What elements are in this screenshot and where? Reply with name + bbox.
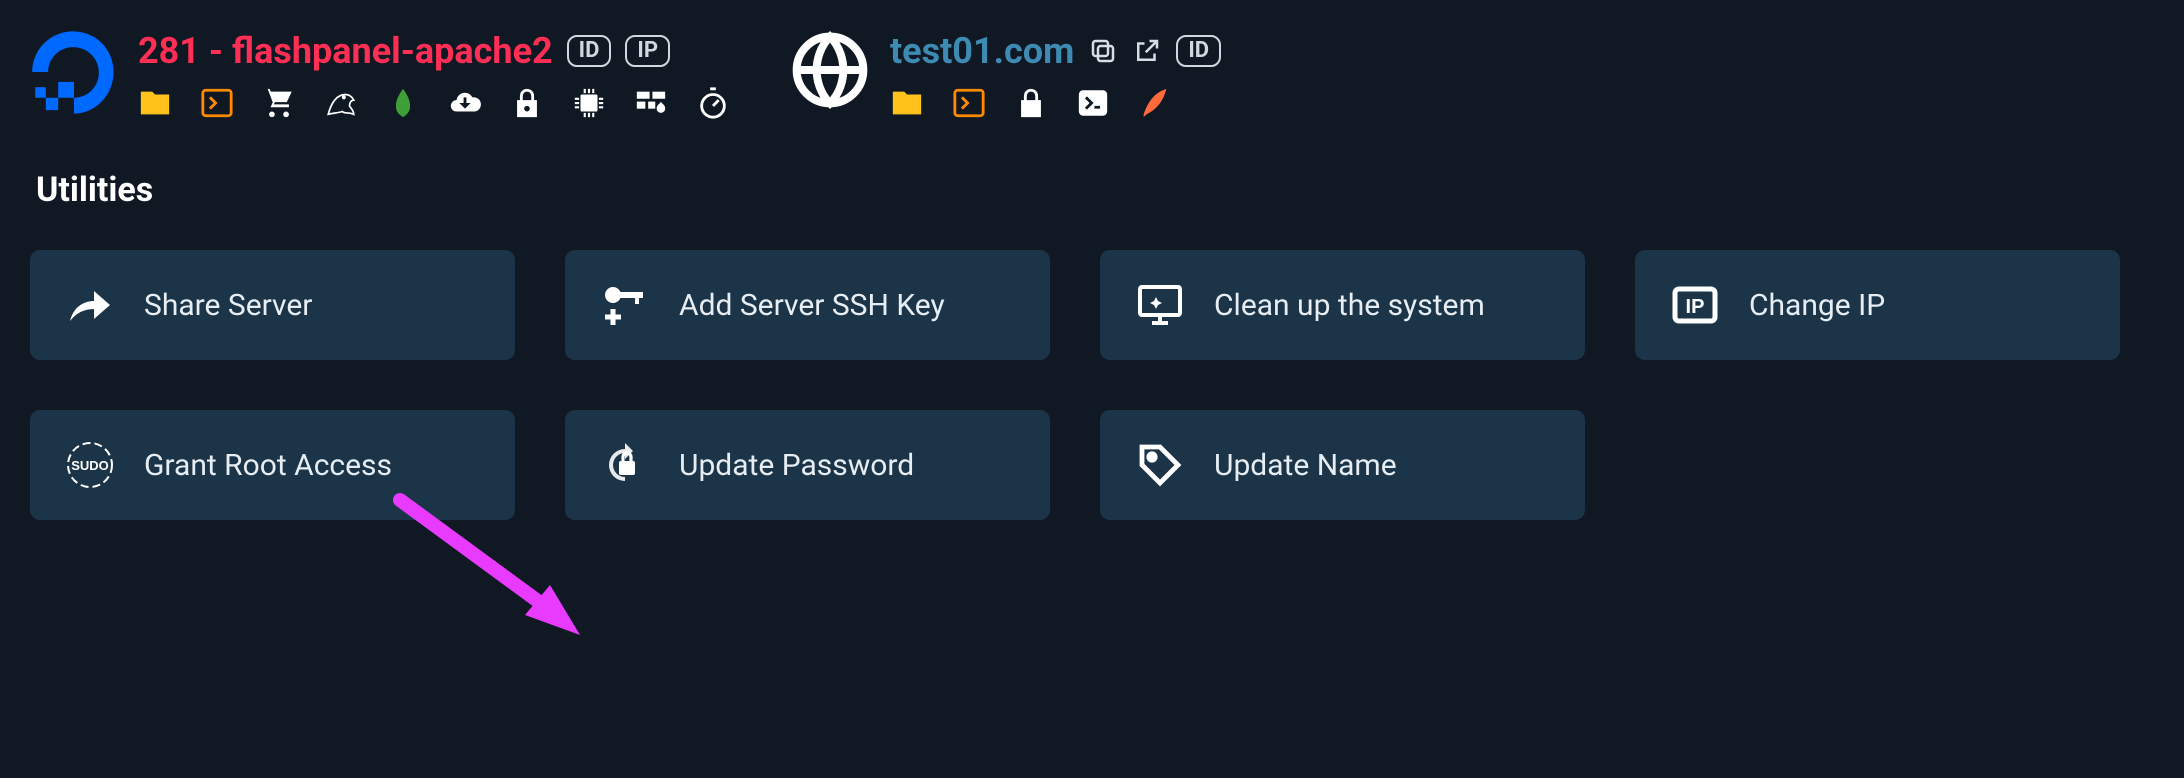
sudo-icon: SUDO	[66, 441, 114, 489]
share-arrow-icon	[66, 281, 114, 329]
domain-title: test01.com	[890, 30, 1074, 72]
feather-icon[interactable]	[1138, 86, 1172, 120]
server-title: 281 - flashpanel-apache2	[138, 30, 553, 72]
globe-icon	[790, 30, 870, 110]
domain-id-badge[interactable]: ID	[1176, 35, 1221, 67]
key-plus-icon	[601, 281, 649, 329]
server-ip-badge[interactable]: IP	[625, 35, 670, 67]
terminal-icon[interactable]	[200, 86, 234, 120]
server-icon-row	[138, 86, 730, 120]
card-label: Share Server	[144, 288, 312, 323]
header: 281 - flashpanel-apache2 ID IP	[30, 30, 2154, 120]
external-link-icon[interactable]	[1132, 36, 1162, 66]
change-ip-card[interactable]: IP Change IP	[1635, 250, 2120, 360]
lock-refresh-icon	[601, 441, 649, 489]
section-title: Utilities	[36, 170, 2154, 210]
share-server-card[interactable]: Share Server	[30, 250, 515, 360]
card-label: Add Server SSH Key	[679, 288, 945, 323]
stopwatch-icon[interactable]	[696, 86, 730, 120]
monitor-sparkle-icon	[1136, 281, 1184, 329]
card-label: Update Password	[679, 448, 914, 483]
copy-icon[interactable]	[1088, 36, 1118, 66]
clean-system-card[interactable]: Clean up the system	[1100, 250, 1585, 360]
terminal-solid-icon[interactable]	[1076, 86, 1110, 120]
card-label: Clean up the system	[1214, 288, 1485, 323]
update-name-card[interactable]: Update Name	[1100, 410, 1585, 520]
svg-text:IP: IP	[1686, 296, 1705, 318]
update-password-card[interactable]: Update Password	[565, 410, 1050, 520]
card-label: Grant Root Access	[144, 448, 392, 483]
lock-icon[interactable]	[1014, 86, 1048, 120]
server-block: 281 - flashpanel-apache2 ID IP	[30, 30, 730, 120]
card-label: Update Name	[1214, 448, 1397, 483]
tag-icon	[1136, 441, 1184, 489]
utilities-grid: Share Server Add Server SSH Key Clean up…	[30, 250, 2120, 520]
firewall-icon[interactable]	[634, 86, 668, 120]
ip-badge-icon: IP	[1671, 281, 1719, 329]
card-label: Change IP	[1749, 288, 1885, 323]
folder-icon[interactable]	[890, 86, 924, 120]
svg-text:SUDO: SUDO	[71, 458, 109, 473]
cloud-upload-icon[interactable]	[448, 86, 482, 120]
folder-icon[interactable]	[138, 86, 172, 120]
terminal-icon[interactable]	[952, 86, 986, 120]
add-ssh-key-card[interactable]: Add Server SSH Key	[565, 250, 1050, 360]
server-id-badge[interactable]: ID	[567, 35, 612, 67]
digitalocean-logo-icon	[30, 30, 118, 118]
domain-block: test01.com ID	[790, 30, 1221, 120]
mysql-dolphin-icon[interactable]	[324, 86, 358, 120]
server-title-row: 281 - flashpanel-apache2 ID IP	[138, 30, 730, 72]
lock-key-icon[interactable]	[510, 86, 544, 120]
cart-icon[interactable]	[262, 86, 296, 120]
domain-icon-row	[890, 86, 1221, 120]
grant-root-card[interactable]: SUDO Grant Root Access	[30, 410, 515, 520]
mongodb-leaf-icon[interactable]	[386, 86, 420, 120]
chip-icon[interactable]	[572, 86, 606, 120]
domain-title-row: test01.com ID	[890, 30, 1221, 72]
